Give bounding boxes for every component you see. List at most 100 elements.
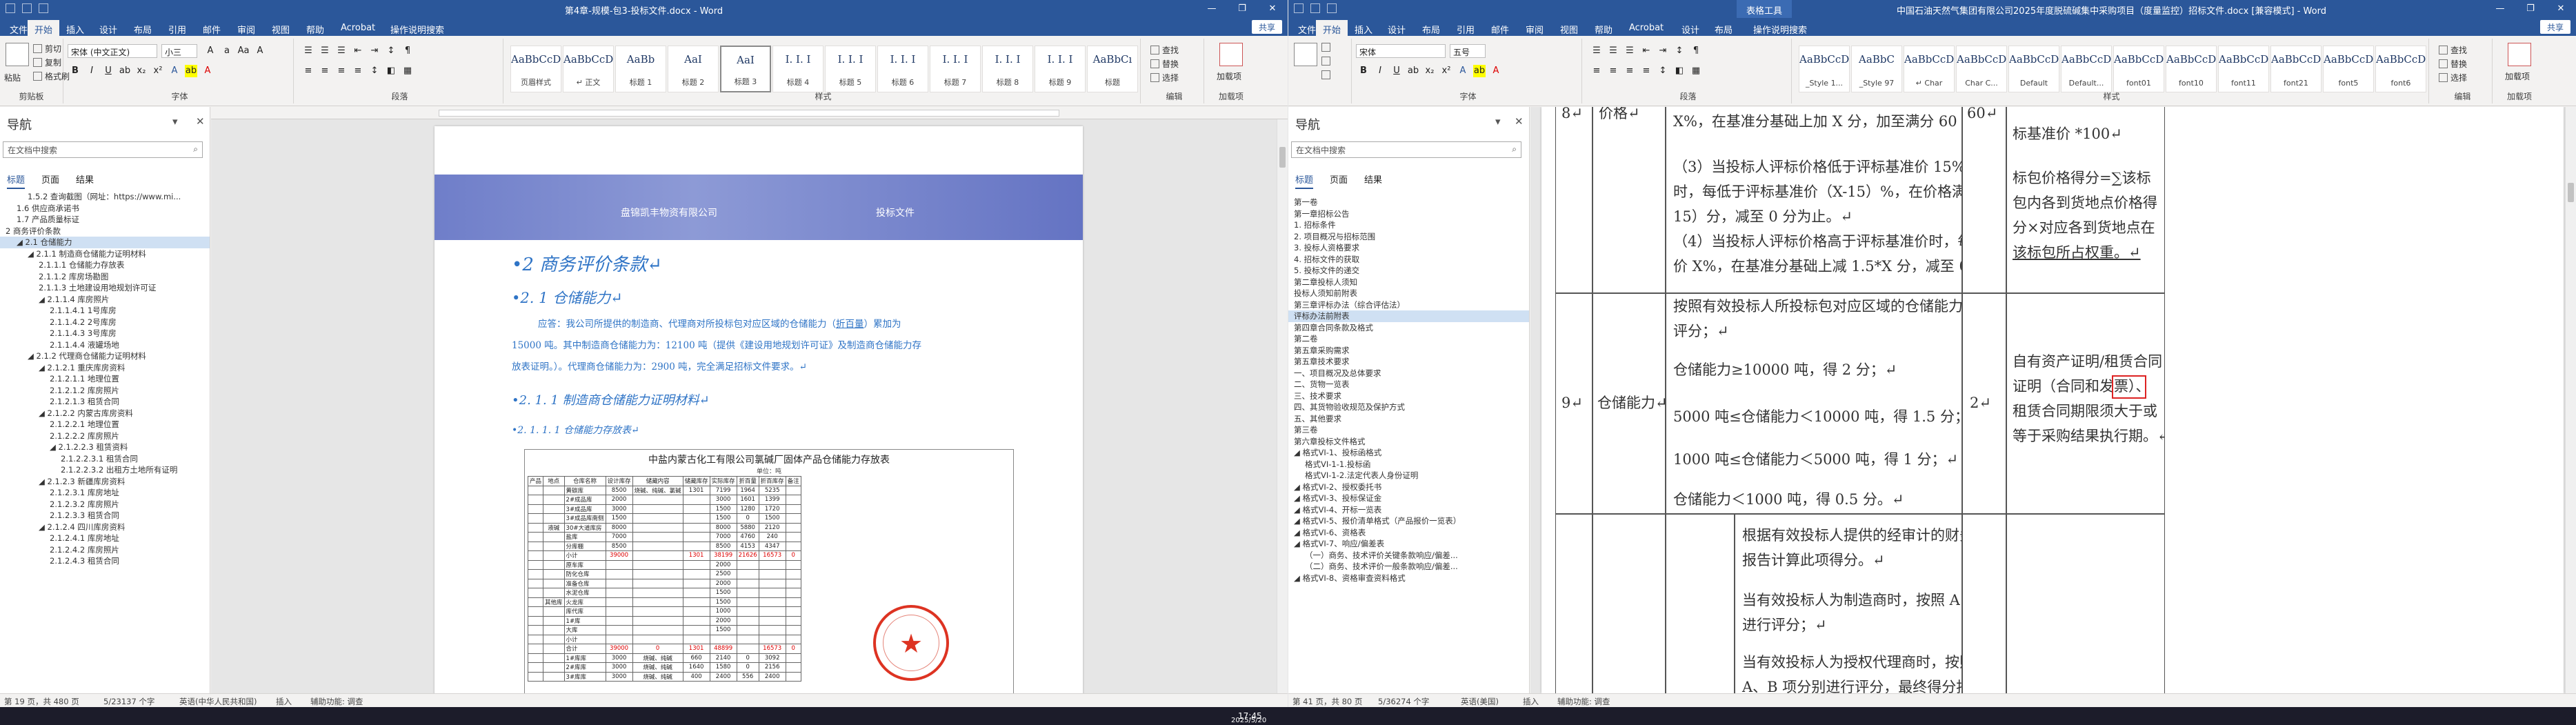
justify-icon[interactable]: ≡ <box>1640 65 1653 77</box>
bullets-icon[interactable]: ☰ <box>302 45 314 57</box>
font-size-box[interactable]: 小三 <box>161 44 197 58</box>
nav-heading-item[interactable]: ◢ 格式VI-4、开标一览表 <box>1288 504 1529 516</box>
style-gallery-item[interactable]: AaBbCcDı _Style 1... <box>1799 46 1850 92</box>
nav-heading-item[interactable]: 2.1.2.2.2 库房照片 <box>0 430 210 442</box>
word-count[interactable]: 5/36274 个字 <box>1378 696 1429 707</box>
document-scrollbar[interactable] <box>1277 119 1288 693</box>
style-gallery-item[interactable]: AaBbC _Style 97 <box>1851 46 1902 92</box>
nav-heading-item[interactable]: ◢ 格式VI-8、资格审查资料格式 <box>1288 573 1529 584</box>
align-center-icon[interactable]: ≡ <box>319 65 331 77</box>
language[interactable]: 英语(美国) <box>1461 696 1499 707</box>
addin-button[interactable]: 加载项 <box>1217 70 1241 82</box>
close-button[interactable]: ✕ <box>1257 0 1288 18</box>
underline-icon[interactable]: U <box>102 65 114 77</box>
copy-button[interactable]: 复制 <box>33 57 61 68</box>
increase-indent-icon[interactable]: ⇥ <box>1657 45 1669 57</box>
nav-heading-item[interactable]: 2.1.2.3.3 租赁合同 <box>0 510 210 522</box>
nav-heading-item[interactable]: 五、其他要求 <box>1288 413 1529 425</box>
find-button[interactable]: 查找 <box>2439 44 2467 56</box>
addin-icon[interactable] <box>2508 43 2531 66</box>
addin-button[interactable]: 加载项 <box>2505 70 2530 82</box>
nav-heading-item[interactable]: 格式VI-1-2.法定代表人身份证明 <box>1288 470 1529 481</box>
tab-table-design[interactable]: 设计 <box>1675 20 1706 36</box>
tell-me-search[interactable]: 操作说明搜索 <box>383 20 451 36</box>
align-right-icon[interactable]: ≡ <box>1624 65 1636 77</box>
text-effect-icon[interactable]: A <box>1457 65 1469 77</box>
nav-heading-item[interactable]: 2.1.1.4.3 3号库房 <box>0 328 210 339</box>
nav-heading-item[interactable]: 1. 招标条件 <box>1288 219 1529 231</box>
tab-acrobat[interactable]: Acrobat <box>1622 20 1670 36</box>
tab-layout[interactable]: 布局 <box>1415 20 1447 36</box>
align-left-icon[interactable]: ≡ <box>1590 65 1603 77</box>
style-gallery-item[interactable]: AaBbCcDı 页眉样式 <box>510 46 561 92</box>
cut-button[interactable] <box>1321 43 1333 52</box>
subscript-icon[interactable]: x₂ <box>135 65 148 77</box>
align-left-icon[interactable]: ≡ <box>302 65 314 77</box>
nav-heading-item[interactable]: 第一章招标公告 <box>1288 208 1529 220</box>
shrink-font-icon[interactable]: a <box>221 45 233 57</box>
nav-tab-pages[interactable]: 页面 <box>1330 172 1348 189</box>
nav-heading-item[interactable]: 第三章评标办法（综合评估法） <box>1288 299 1529 311</box>
nav-heading-item[interactable]: 2. 项目概况与招标范围 <box>1288 231 1529 243</box>
nav-heading-item[interactable]: 5. 投标文件的递交 <box>1288 265 1529 277</box>
show-marks-icon[interactable]: ¶ <box>401 45 414 57</box>
align-center-icon[interactable]: ≡ <box>1607 65 1619 77</box>
paste-icon[interactable] <box>1294 43 1317 66</box>
font-name-box[interactable]: 宋体 <box>1356 44 1446 58</box>
insert-mode[interactable]: 插入 <box>276 696 292 707</box>
decrease-indent-icon[interactable]: ⇤ <box>1640 45 1653 57</box>
font-size-box[interactable]: 五号 <box>1450 44 1486 58</box>
tab-acrobat[interactable]: Acrobat <box>334 20 382 36</box>
numbering-icon[interactable]: ☰ <box>319 45 331 57</box>
sort-icon[interactable]: ↕ <box>1673 45 1686 57</box>
style-gallery-item[interactable]: AaBbCcDı font11 <box>2218 46 2269 92</box>
nav-heading-item[interactable]: ◢ 2.1.2 代理商仓储能力证明材料 <box>0 350 210 362</box>
nav-heading-item[interactable]: 2.1.2.4.3 租赁合同 <box>0 555 210 567</box>
tab-review[interactable]: 审阅 <box>1519 20 1550 36</box>
style-gallery-item[interactable]: I. I. I 标题 7 <box>930 46 981 92</box>
style-gallery-item[interactable]: AaI 标题 3 <box>720 46 771 92</box>
tab-home[interactable]: 开始 <box>1316 20 1348 36</box>
style-gallery-item[interactable]: AaBbCcDı font6 <box>2375 46 2426 92</box>
nav-heading-item[interactable]: 2.1.2.1.3 租赁合同 <box>0 396 210 408</box>
style-gallery-item[interactable]: AaBbCı 标题 <box>1087 46 1138 92</box>
tab-design[interactable]: 设计 <box>1381 20 1412 36</box>
nav-heading-item[interactable]: ◢ 格式VI-3、投标保证金 <box>1288 493 1529 504</box>
tab-mailings[interactable]: 邮件 <box>196 20 228 36</box>
language[interactable]: 英语(中华人民共和国) <box>179 696 257 707</box>
highlight-icon[interactable]: ab <box>185 65 197 77</box>
document-scrollbar[interactable] <box>2565 107 2576 693</box>
nav-heading-item[interactable]: 评标办法前附表 <box>1288 310 1529 322</box>
nav-heading-item[interactable]: ◢ 2.1.1.4 库房照片 <box>0 294 210 306</box>
nav-heading-item[interactable]: 2.1.2.4.1 库房地址 <box>0 533 210 544</box>
nav-heading-item[interactable]: ◢ 2.1.2.3 新疆库房资料 <box>0 476 210 488</box>
style-gallery-item[interactable]: AaBbCcDı Default <box>2008 46 2059 92</box>
nav-heading-item[interactable]: 2.1.2.2.3.2 出租方土地所有证明 <box>0 464 210 476</box>
nav-heading-item[interactable]: 二、货物一览表 <box>1288 379 1529 390</box>
superscript-icon[interactable]: x² <box>1440 65 1452 77</box>
paste-button[interactable]: 粘贴 <box>4 72 21 83</box>
style-gallery-item[interactable]: AaBbCcDı Char C... <box>1956 46 2007 92</box>
shading-icon[interactable]: ◧ <box>1673 65 1686 77</box>
tab-view[interactable]: 视图 <box>265 20 297 36</box>
nav-close-icon[interactable]: ✕ <box>196 115 205 128</box>
nav-tab-results[interactable]: 结果 <box>76 172 94 189</box>
style-gallery-item[interactable]: AaI 标题 2 <box>668 46 719 92</box>
style-gallery-item[interactable]: AaBb 标题 1 <box>615 46 666 92</box>
nav-tab-pages[interactable]: 页面 <box>41 172 59 189</box>
maximize-button[interactable]: ❐ <box>2515 0 2546 18</box>
nav-heading-item[interactable]: 2.1.2.1.2 库房照片 <box>0 385 210 397</box>
nav-heading-item[interactable]: 2.1.2.4.2 库房照片 <box>0 544 210 556</box>
select-button[interactable]: 选择 <box>2439 72 2467 83</box>
bullets-icon[interactable]: ☰ <box>1590 45 1603 57</box>
bold-icon[interactable]: B <box>1357 65 1370 77</box>
nav-heading-item[interactable]: 三、技术要求 <box>1288 390 1529 402</box>
tell-me-search[interactable]: 操作说明搜索 <box>1746 20 1814 36</box>
italic-icon[interactable]: I <box>86 65 98 77</box>
nav-heading-item[interactable]: 第二章投标人须知 <box>1288 277 1529 288</box>
style-gallery-item[interactable]: AaBbCcDı font10 <box>2166 46 2217 92</box>
nav-heading-item[interactable]: 第二卷 <box>1288 333 1529 345</box>
nav-heading-item[interactable]: 2.1.2.3.1 库房地址 <box>0 487 210 499</box>
nav-heading-item[interactable]: ◢ 格式VI-6、资格表 <box>1288 527 1529 539</box>
nav-heading-item[interactable]: （一）商务、技术评价关键条款响应/偏差... <box>1288 550 1529 562</box>
